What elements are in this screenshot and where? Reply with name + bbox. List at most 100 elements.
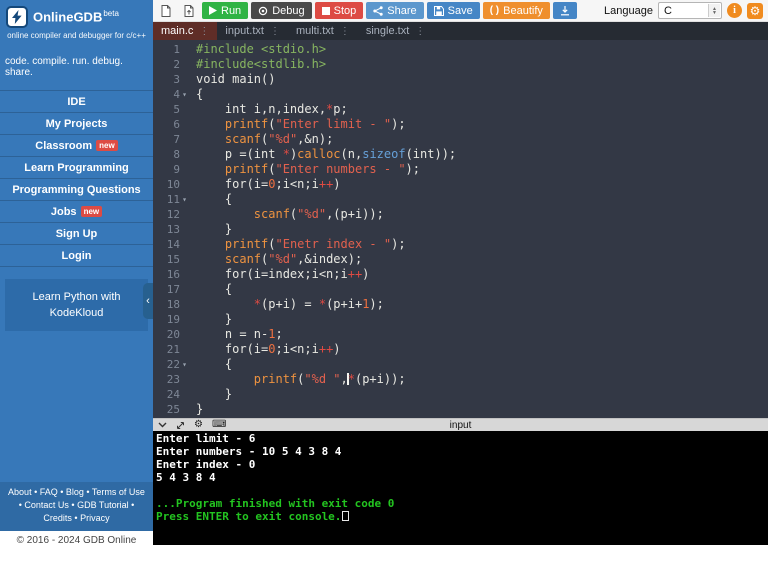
footer-link-terms-of-use[interactable]: Terms of Use — [92, 487, 145, 497]
motto: code. compile. run. debug. share. — [0, 40, 153, 90]
play-icon — [209, 6, 217, 15]
language-select[interactable]: C ▲▼ — [658, 2, 722, 19]
sidebar-item-classroom[interactable]: Classroomnew — [0, 135, 153, 157]
code-line[interactable]: 19 } — [153, 312, 768, 327]
code-text: printf("Enetr index - "); — [196, 237, 406, 252]
tab-bar: main.c⋮input.txt⋮multi.txt⋮single.txt⋮ — [153, 22, 768, 40]
beautify-button[interactable]: ( )Beautify — [483, 2, 550, 19]
code-text: { — [196, 192, 232, 207]
code-text: int i,n,index,*p; — [196, 102, 348, 117]
language-value: C — [664, 5, 672, 17]
console-line: Enter numbers - 10 5 4 3 8 4 — [156, 445, 765, 458]
console-line — [156, 484, 765, 497]
sidebar-item-label: My Projects — [46, 118, 108, 130]
line-number: 1 — [153, 42, 189, 57]
code-line[interactable]: 11▾ { — [153, 192, 768, 207]
console-output[interactable]: Enter limit - 6Enter numbers - 10 5 4 3 … — [153, 431, 768, 545]
share-button[interactable]: Share — [366, 2, 423, 19]
fold-caret-icon[interactable]: ▾ — [180, 192, 189, 207]
code-line[interactable]: 25} — [153, 402, 768, 417]
code-line[interactable]: 2#include<stdlib.h> — [153, 57, 768, 72]
code-line[interactable]: 8 p =(int *)calloc(n,sizeof(int)); — [153, 147, 768, 162]
run-button[interactable]: Run — [202, 2, 248, 19]
code-line[interactable]: 9 printf("Enter numbers - "); — [153, 162, 768, 177]
tab-menu-icon[interactable]: ⋮ — [415, 26, 425, 37]
line-number: 11▾ — [153, 192, 189, 207]
kodekloud-ad[interactable]: Learn Python with KodeKloud — [5, 279, 148, 331]
open-file-button[interactable] — [179, 1, 199, 20]
fold-caret-icon[interactable]: ▾ — [180, 357, 189, 372]
console-gear-icon[interactable]: ⚙ — [194, 420, 203, 430]
footer-link-privacy[interactable]: Privacy — [80, 513, 110, 523]
sidebar-collapse-handle[interactable]: ‹ — [143, 283, 153, 319]
console-title: input — [153, 420, 768, 431]
select-spinner-icon[interactable]: ▲▼ — [708, 4, 720, 17]
expand-icon[interactable] — [176, 421, 185, 430]
sidebar-item-jobs[interactable]: Jobsnew — [0, 201, 153, 223]
tab-menu-icon[interactable]: ⋮ — [199, 26, 209, 37]
chevron-down-icon[interactable] — [158, 422, 167, 428]
settings-button[interactable]: ⚙ — [747, 3, 763, 19]
sidebar-item-sign-up[interactable]: Sign Up — [0, 223, 153, 245]
footer-link-blog[interactable]: Blog — [66, 487, 84, 497]
debug-icon — [258, 6, 268, 16]
logo[interactable]: OnlineGDBbeta — [0, 0, 153, 30]
code-line[interactable]: 21 for(i=0;i<n;i++) — [153, 342, 768, 357]
code-text: } — [196, 387, 232, 402]
code-line[interactable]: 13 } — [153, 222, 768, 237]
beautify-icon: ( ) — [490, 6, 499, 16]
code-line[interactable]: 3void main() — [153, 72, 768, 87]
tab-menu-icon[interactable]: ⋮ — [340, 26, 350, 37]
new-file-button[interactable] — [156, 1, 176, 20]
code-text: #include <stdio.h> — [196, 42, 326, 57]
tab-multi-txt[interactable]: multi.txt⋮ — [288, 22, 358, 40]
sidebar-item-ide[interactable]: IDE — [0, 91, 153, 113]
code-editor[interactable]: 1 #include <stdio.h>2#include<stdlib.h>3v… — [153, 40, 768, 418]
stop-button[interactable]: Stop — [315, 2, 364, 19]
line-number: 2 — [153, 57, 189, 72]
console-line: ...Program finished with exit code 0 — [156, 497, 765, 510]
toolbar: RunDebugStopShareSave( )Beautify Languag… — [153, 0, 768, 22]
code-line[interactable]: 1 #include <stdio.h> — [153, 42, 768, 57]
sidebar-item-my-projects[interactable]: My Projects — [0, 113, 153, 135]
code-line[interactable]: 12 scanf("%d",(p+i)); — [153, 207, 768, 222]
code-line[interactable]: 4▾{ — [153, 87, 768, 102]
code-text: printf("Enter numbers - "); — [196, 162, 420, 177]
tab-main-c[interactable]: main.c⋮ — [153, 22, 217, 40]
code-line[interactable]: 5 int i,n,index,*p; — [153, 102, 768, 117]
code-line[interactable]: 22▾ { — [153, 357, 768, 372]
footer-link-about[interactable]: About — [8, 487, 32, 497]
footer-link-contact-us[interactable]: Contact Us — [24, 500, 69, 510]
tab-single-txt[interactable]: single.txt⋮ — [358, 22, 433, 40]
footer-link-gdb-tutorial[interactable]: GDB Tutorial — [77, 500, 129, 510]
code-line[interactable]: 24 } — [153, 387, 768, 402]
tab-menu-icon[interactable]: ⋮ — [270, 26, 280, 37]
footer-link-credits[interactable]: Credits — [43, 513, 72, 523]
code-line[interactable]: 15 scanf("%d",&index); — [153, 252, 768, 267]
sidebar-item-programming-questions[interactable]: Programming Questions — [0, 179, 153, 201]
download-button[interactable] — [553, 2, 577, 19]
code-line[interactable]: 7 scanf("%d",&n); — [153, 132, 768, 147]
keyboard-icon[interactable]: ⌨ — [212, 420, 226, 430]
code-line[interactable]: 23 printf("%d ",*(p+i)); — [153, 372, 768, 387]
code-text: n = n-1; — [196, 327, 283, 342]
code-line[interactable]: 18 *(p+i) = *(p+i+1); — [153, 297, 768, 312]
help-button[interactable]: i — [727, 3, 742, 18]
code-line[interactable]: 6 printf("Enter limit - "); — [153, 117, 768, 132]
code-text: { — [196, 282, 232, 297]
code-line[interactable]: 20 n = n-1; — [153, 327, 768, 342]
save-button[interactable]: Save — [427, 2, 480, 19]
tab-input-txt[interactable]: input.txt⋮ — [217, 22, 288, 40]
sidebar-item-learn-programming[interactable]: Learn Programming — [0, 157, 153, 179]
toolbar-file-buttons — [156, 1, 199, 20]
sidebar: OnlineGDBbeta online compiler and debugg… — [0, 0, 153, 562]
code-line[interactable]: 14 printf("Enetr index - "); — [153, 237, 768, 252]
code-line[interactable]: 16 for(i=index;i<n;i++) — [153, 267, 768, 282]
sidebar-item-login[interactable]: Login — [0, 245, 153, 267]
debug-button[interactable]: Debug — [251, 2, 311, 19]
code-line[interactable]: 10 for(i=0;i<n;i++) — [153, 177, 768, 192]
footer-link-faq[interactable]: FAQ — [40, 487, 58, 497]
code-line[interactable]: 17 { — [153, 282, 768, 297]
chevron-left-icon: ‹ — [146, 295, 150, 307]
fold-caret-icon[interactable]: ▾ — [180, 87, 189, 102]
